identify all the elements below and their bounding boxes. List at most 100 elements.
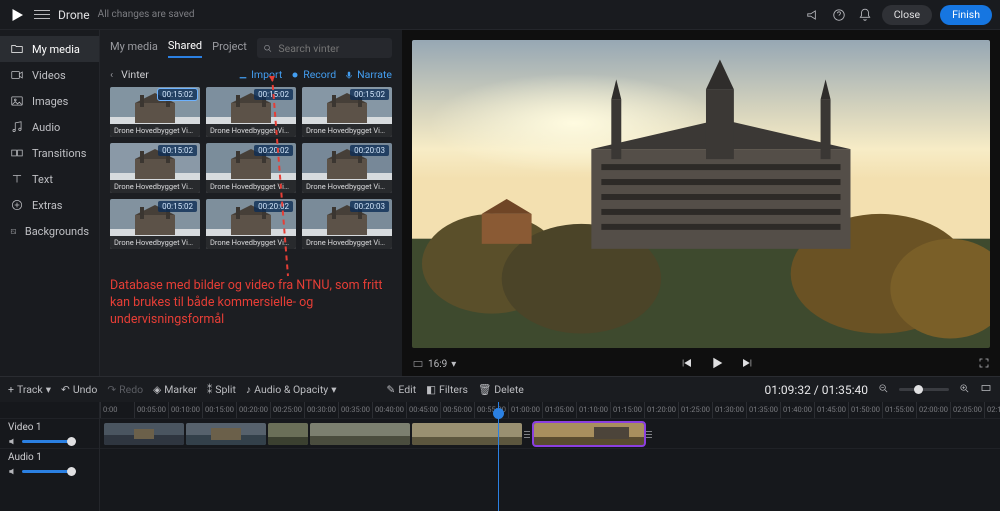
media-clip[interactable]: 00:20:02Drone Hovedbygget Vinter 19 bbox=[206, 143, 296, 193]
clip-duration: 00:15:02 bbox=[158, 201, 197, 212]
preview-controls: 16:9▾ bbox=[402, 352, 1000, 376]
clip-caption: Drone Hovedbygget Vinter 7 bbox=[206, 236, 296, 249]
finish-button[interactable]: Finish bbox=[940, 5, 992, 25]
ruler-tick: 00:45:00 bbox=[406, 402, 440, 418]
sidebar-item-backgrounds[interactable]: Backgrounds bbox=[0, 218, 99, 244]
folder-icon bbox=[10, 42, 24, 56]
clip-caption: Drone Hovedbygget Vinter 11 bbox=[110, 180, 200, 193]
chevron-down-icon: ▾ bbox=[451, 359, 456, 370]
clip-caption: Drone Hovedbygget Vinter 6 bbox=[110, 236, 200, 249]
sidebar-item-label: Backgrounds bbox=[25, 225, 89, 238]
media-clip[interactable]: 00:15:02Drone Hovedbygget Vinter 14 bbox=[110, 87, 200, 137]
sidebar-item-label: Transitions bbox=[32, 147, 86, 160]
clip[interactable] bbox=[310, 423, 410, 445]
ruler-tick: 01:50:00 bbox=[848, 402, 882, 418]
delete-button[interactable]: 🗑 Delete bbox=[478, 383, 524, 396]
filters-button[interactable]: ◧ Filters bbox=[426, 383, 468, 396]
announce-icon[interactable] bbox=[804, 6, 822, 24]
search-icon bbox=[263, 43, 273, 54]
play-button[interactable] bbox=[709, 355, 725, 374]
media-tab-shared[interactable]: Shared bbox=[168, 39, 202, 58]
video-volume-slider[interactable] bbox=[22, 440, 72, 443]
ruler-tick: 01:00:00 bbox=[508, 402, 542, 418]
marker-button[interactable]: ◈ Marker bbox=[153, 383, 197, 396]
ruler-tick: 01:15:00 bbox=[610, 402, 644, 418]
project-title: Drone bbox=[58, 8, 90, 22]
topbar: Drone All changes are saved Close Finish bbox=[0, 0, 1000, 30]
ruler-tick: 0:00 bbox=[100, 402, 134, 418]
clip[interactable] bbox=[186, 423, 266, 445]
image-icon bbox=[10, 94, 24, 108]
text-icon bbox=[10, 172, 24, 186]
media-clip[interactable]: 00:15:02Drone Hovedbygget Vinter 12 bbox=[206, 87, 296, 137]
sidebar-item-images[interactable]: Images bbox=[0, 88, 99, 114]
fit-button[interactable] bbox=[980, 382, 992, 397]
breadcrumb[interactable]: Vinter bbox=[121, 68, 149, 81]
preview-video[interactable] bbox=[412, 40, 990, 348]
sidebar-item-transitions[interactable]: Transitions bbox=[0, 140, 99, 166]
media-grid: 00:15:02Drone Hovedbygget Vinter 1400:15… bbox=[100, 87, 402, 257]
next-button[interactable] bbox=[741, 356, 755, 373]
media-clip[interactable]: 00:15:02Drone Hovedbygget Vinter 11 bbox=[110, 143, 200, 193]
search-input[interactable] bbox=[278, 42, 386, 55]
audio-volume-slider[interactable] bbox=[22, 470, 72, 473]
video-track-row[interactable] bbox=[100, 418, 1000, 448]
edit-button[interactable]: ✎ Edit bbox=[387, 383, 417, 396]
trim-handle[interactable] bbox=[524, 425, 530, 443]
media-clip[interactable]: 00:20:02Drone Hovedbygget Vinter 7 bbox=[206, 199, 296, 249]
trim-handle[interactable] bbox=[646, 425, 652, 443]
sidebar-item-label: Text bbox=[32, 173, 53, 186]
media-tab-project[interactable]: Project bbox=[212, 40, 247, 57]
playhead[interactable] bbox=[498, 402, 499, 511]
close-button[interactable]: Close bbox=[882, 5, 932, 25]
undo-button[interactable]: ↶ Undo bbox=[61, 383, 97, 396]
extras-icon bbox=[10, 198, 24, 212]
media-clip[interactable]: 00:15:02Drone Hovedbygget Vinter 10 bbox=[302, 87, 392, 137]
menu-icon[interactable] bbox=[34, 10, 50, 19]
prev-button[interactable] bbox=[679, 356, 693, 373]
media-tab-my-media[interactable]: My media bbox=[110, 40, 158, 57]
add-track-button[interactable]: + Track ▾ bbox=[8, 383, 51, 396]
clip[interactable] bbox=[104, 423, 184, 445]
ruler-tick: 01:55:00 bbox=[882, 402, 916, 418]
media-clip[interactable]: 00:20:03Drone Hovedbygget Vinter 9 bbox=[302, 143, 392, 193]
split-button[interactable]: ⁑ Split bbox=[207, 383, 236, 396]
bell-icon[interactable] bbox=[856, 6, 874, 24]
clip-duration: 00:20:03 bbox=[350, 145, 389, 156]
narrate-button[interactable]: Narrate bbox=[344, 68, 392, 81]
clip-selected[interactable] bbox=[534, 423, 644, 445]
sidebar-item-text[interactable]: Text bbox=[0, 166, 99, 192]
ruler-tick: 01:10:00 bbox=[576, 402, 610, 418]
sidebar-item-videos[interactable]: Videos bbox=[0, 62, 99, 88]
search-input-wrap[interactable] bbox=[257, 38, 392, 58]
clip[interactable] bbox=[268, 423, 308, 445]
sidebar-item-extras[interactable]: Extras bbox=[0, 192, 99, 218]
media-clip[interactable]: 00:15:02 Drone Hovedbygget Vinter 6 bbox=[110, 199, 200, 249]
sidebar-item-label: Audio bbox=[32, 121, 60, 134]
app-logo[interactable] bbox=[8, 6, 26, 24]
redo-button[interactable]: ↷ Redo bbox=[107, 383, 143, 396]
sidebar-item-label: Extras bbox=[32, 199, 62, 212]
back-icon[interactable]: ‹ bbox=[110, 68, 113, 81]
media-clip[interactable]: 00:20:03Drone Hovedbygget Vinter 8 bbox=[302, 199, 392, 249]
fullscreen-button[interactable] bbox=[978, 357, 990, 372]
clip[interactable] bbox=[412, 423, 522, 445]
video-track-head[interactable]: Video 1 bbox=[0, 418, 99, 448]
import-button[interactable]: Import bbox=[238, 68, 282, 81]
zoom-in-icon[interactable] bbox=[959, 383, 970, 397]
audio-track-head[interactable]: Audio 1 bbox=[0, 448, 99, 478]
zoom-slider[interactable] bbox=[899, 388, 949, 391]
sidebar-item-audio[interactable]: Audio bbox=[0, 114, 99, 140]
audio-track-row[interactable] bbox=[100, 448, 1000, 478]
zoom-out-icon[interactable] bbox=[878, 383, 889, 397]
sidebar-item-my-media[interactable]: My media bbox=[0, 36, 99, 62]
audio-opacity-button[interactable]: ♪ Audio & Opacity ▾ bbox=[246, 383, 337, 396]
aspect-button[interactable]: 16:9▾ bbox=[412, 358, 456, 370]
record-button[interactable]: Record bbox=[290, 68, 336, 81]
time-ruler[interactable]: 0:0000:05:0000:10:0000:15:0000:20:0000:2… bbox=[100, 402, 1000, 418]
timeline-toolbar: + Track ▾ ↶ Undo ↷ Redo ◈ Marker ⁑ Split… bbox=[0, 376, 1000, 402]
ruler-tick: 01:35:00 bbox=[746, 402, 780, 418]
backgrounds-icon bbox=[10, 224, 17, 238]
clip-duration: 00:15:02 bbox=[158, 89, 197, 100]
help-icon[interactable] bbox=[830, 6, 848, 24]
